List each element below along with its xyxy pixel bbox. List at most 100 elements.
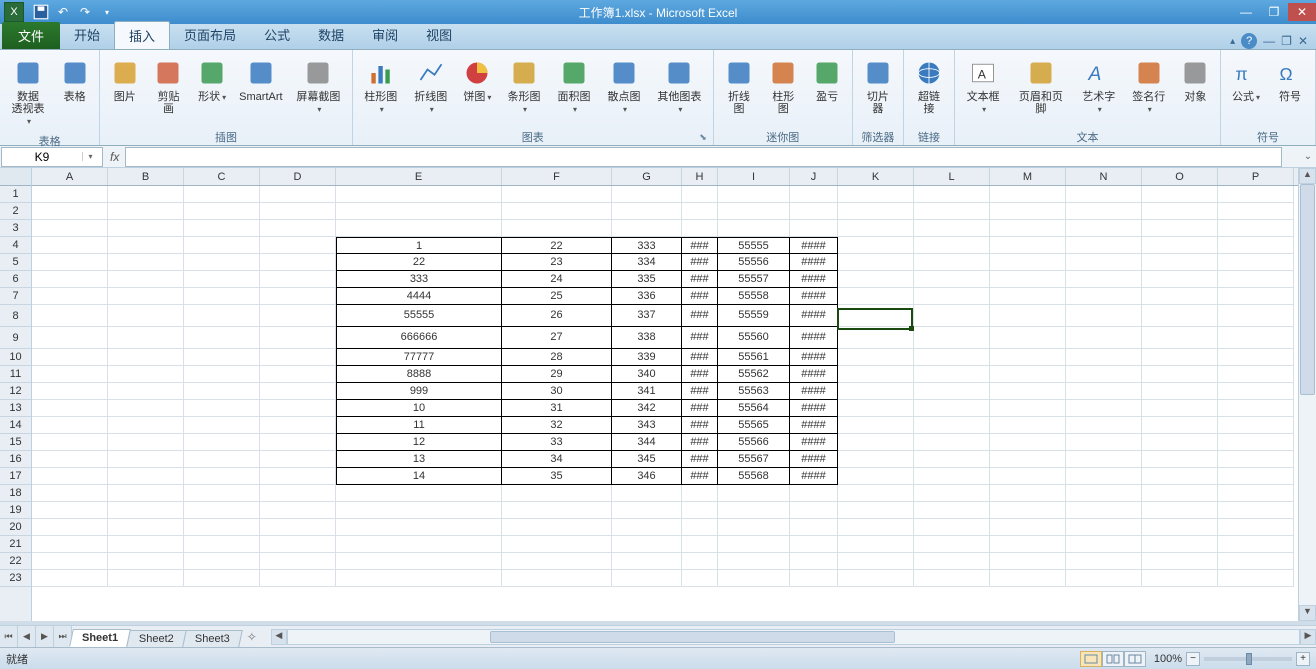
cell-A19[interactable] xyxy=(32,502,108,519)
cell-C13[interactable] xyxy=(184,400,260,417)
cell-F10[interactable]: 28 xyxy=(502,349,612,366)
cell-M18[interactable] xyxy=(990,485,1066,502)
maximize-button[interactable]: ❐ xyxy=(1260,3,1288,21)
name-box[interactable]: ▾ xyxy=(1,147,103,167)
cell-P14[interactable] xyxy=(1218,417,1294,434)
cell-C20[interactable] xyxy=(184,519,260,536)
cell-G14[interactable]: 343 xyxy=(612,417,682,434)
cell-C8[interactable] xyxy=(184,305,260,327)
cell-H8[interactable]: ### xyxy=(682,305,718,327)
undo-icon[interactable]: ↶ xyxy=(54,3,72,21)
cell-L17[interactable] xyxy=(914,468,990,485)
cell-P1[interactable] xyxy=(1218,186,1294,203)
cell-D5[interactable] xyxy=(260,254,336,271)
cell-M5[interactable] xyxy=(990,254,1066,271)
cell-H6[interactable]: ### xyxy=(682,271,718,288)
cell-P3[interactable] xyxy=(1218,220,1294,237)
cell-M3[interactable] xyxy=(990,220,1066,237)
ribbon-button-textbox[interactable]: A文本框 xyxy=(959,54,1007,119)
cell-O18[interactable] xyxy=(1142,485,1218,502)
cell-N3[interactable] xyxy=(1066,220,1142,237)
cell-C3[interactable] xyxy=(184,220,260,237)
row-header-8[interactable]: 8 xyxy=(0,305,31,327)
cell-N20[interactable] xyxy=(1066,519,1142,536)
cell-P8[interactable] xyxy=(1218,305,1294,327)
cell-A16[interactable] xyxy=(32,451,108,468)
cell-M2[interactable] xyxy=(990,203,1066,220)
cell-I10[interactable]: 55561 xyxy=(718,349,790,366)
cell-C23[interactable] xyxy=(184,570,260,587)
cell-M15[interactable] xyxy=(990,434,1066,451)
cell-I20[interactable] xyxy=(718,519,790,536)
cell-K11[interactable] xyxy=(838,366,914,383)
cell-F6[interactable]: 24 xyxy=(502,271,612,288)
cell-K15[interactable] xyxy=(838,434,914,451)
cell-P17[interactable] xyxy=(1218,468,1294,485)
scroll-right-icon[interactable]: ▶ xyxy=(1300,629,1316,645)
cell-N23[interactable] xyxy=(1066,570,1142,587)
minimize-button[interactable]: — xyxy=(1232,3,1260,21)
cell-E7[interactable]: 4444 xyxy=(336,288,502,305)
cell-P20[interactable] xyxy=(1218,519,1294,536)
cell-B19[interactable] xyxy=(108,502,184,519)
cell-M14[interactable] xyxy=(990,417,1066,434)
cell-E8[interactable]: 55555 xyxy=(336,305,502,327)
file-tab[interactable]: 文件 xyxy=(2,22,60,49)
cell-G5[interactable]: 334 xyxy=(612,254,682,271)
cell-E1[interactable] xyxy=(336,186,502,203)
cell-K4[interactable] xyxy=(838,237,914,254)
cell-K18[interactable] xyxy=(838,485,914,502)
cell-E20[interactable] xyxy=(336,519,502,536)
cell-B11[interactable] xyxy=(108,366,184,383)
cell-I22[interactable] xyxy=(718,553,790,570)
cell-N12[interactable] xyxy=(1066,383,1142,400)
cell-E12[interactable]: 999 xyxy=(336,383,502,400)
cell-H14[interactable]: ### xyxy=(682,417,718,434)
cell-C11[interactable] xyxy=(184,366,260,383)
cell-M7[interactable] xyxy=(990,288,1066,305)
cell-G6[interactable]: 335 xyxy=(612,271,682,288)
cell-M8[interactable] xyxy=(990,305,1066,327)
cell-K13[interactable] xyxy=(838,400,914,417)
cell-C12[interactable] xyxy=(184,383,260,400)
ribbon-button-sparkline-column[interactable]: 柱形图 xyxy=(762,54,804,118)
cell-F13[interactable]: 31 xyxy=(502,400,612,417)
redo-icon[interactable]: ↷ xyxy=(76,3,94,21)
cell-M12[interactable] xyxy=(990,383,1066,400)
help-icon[interactable]: ? xyxy=(1241,33,1257,49)
cell-K8[interactable] xyxy=(838,305,914,327)
cell-C21[interactable] xyxy=(184,536,260,553)
cell-A3[interactable] xyxy=(32,220,108,237)
cell-K23[interactable] xyxy=(838,570,914,587)
cell-C9[interactable] xyxy=(184,327,260,349)
ribbon-button-other-chart[interactable]: 其他图表 xyxy=(650,54,709,119)
column-header-C[interactable]: C xyxy=(184,168,260,185)
cell-E6[interactable]: 333 xyxy=(336,271,502,288)
cell-I11[interactable]: 55562 xyxy=(718,366,790,383)
cell-F17[interactable]: 35 xyxy=(502,468,612,485)
cell-G10[interactable]: 339 xyxy=(612,349,682,366)
ribbon-button-hyperlink[interactable]: 超链接 xyxy=(908,54,950,118)
cell-O20[interactable] xyxy=(1142,519,1218,536)
cell-J2[interactable] xyxy=(790,203,838,220)
cell-E10[interactable]: 77777 xyxy=(336,349,502,366)
row-header-19[interactable]: 19 xyxy=(0,502,31,519)
cell-P10[interactable] xyxy=(1218,349,1294,366)
cell-D15[interactable] xyxy=(260,434,336,451)
cell-L13[interactable] xyxy=(914,400,990,417)
cell-L9[interactable] xyxy=(914,327,990,349)
cell-K20[interactable] xyxy=(838,519,914,536)
cell-L12[interactable] xyxy=(914,383,990,400)
row-header-14[interactable]: 14 xyxy=(0,417,31,434)
cell-A1[interactable] xyxy=(32,186,108,203)
cell-M1[interactable] xyxy=(990,186,1066,203)
ribbon-button-pivot[interactable]: 数据透视表 xyxy=(4,54,52,131)
save-icon[interactable] xyxy=(32,3,50,21)
workbook-minimize-icon[interactable]: — xyxy=(1263,34,1275,48)
cell-N11[interactable] xyxy=(1066,366,1142,383)
close-button[interactable]: ✕ xyxy=(1288,3,1316,21)
cell-A5[interactable] xyxy=(32,254,108,271)
page-layout-view-icon[interactable] xyxy=(1102,651,1124,667)
cell-C4[interactable] xyxy=(184,237,260,254)
cell-K1[interactable] xyxy=(838,186,914,203)
